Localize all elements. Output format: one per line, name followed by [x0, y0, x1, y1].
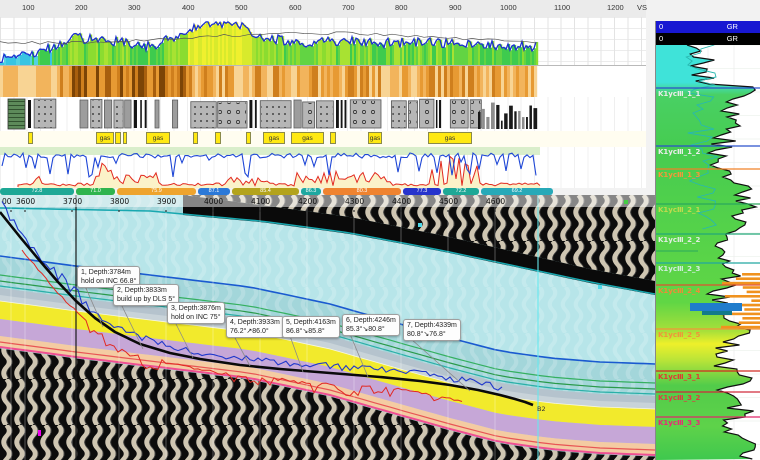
annotation-depth: 7, Depth:4339m [407, 321, 457, 330]
svg-text:4200: 4200 [298, 197, 317, 206]
svg-text:4100: 4100 [251, 197, 270, 206]
ruler-tick: 500 [235, 3, 248, 12]
formation-marker-label[interactable]: K1ycⅢ_3_1 [658, 373, 700, 381]
svg-text:4300: 4300 [345, 197, 364, 206]
trajectory-annotation[interactable]: 3, Depth:3876mhold on INC 75° [167, 302, 225, 324]
annotation-depth: 4, Depth:3933m [230, 318, 280, 327]
annotation-depth: 1, Depth:3784m [81, 268, 136, 277]
annotation-detail: 76.2°↗86.0° [230, 327, 280, 336]
ruler-tick: 1100 [554, 3, 570, 12]
formation-marker-label[interactable]: K1ycⅢ_1_3 [658, 171, 700, 179]
panel-header-gr-2: 0 GR [656, 33, 760, 45]
gas-interval [330, 132, 336, 144]
annotation-detail: 86.8°↘85.8° [286, 327, 336, 336]
gas-interval [123, 132, 127, 144]
formation-marker-label[interactable]: K1ycⅢ_2_1 [658, 206, 700, 214]
gas-interval [28, 132, 33, 144]
gas-interval [246, 132, 251, 144]
ruler-tick: 800 [395, 3, 408, 12]
lithology-columns [0, 97, 646, 131]
gas-interval: gas [368, 132, 382, 144]
trajectory-annotation[interactable]: 6, Depth:4246m85.3°↘80.8° [342, 314, 400, 336]
inclination-segment: 75.9 [117, 188, 196, 195]
formation-marker-label[interactable]: K1ycⅢ_2_3 [658, 265, 700, 273]
ruler-tick: 1200 [607, 3, 624, 12]
inclination-segment: 87.1 [198, 188, 230, 195]
gas-interval: gas [263, 132, 285, 144]
curve-name: GR [727, 21, 738, 33]
formation-marker-label[interactable]: K1ycⅢ_2_5 [658, 331, 700, 339]
inclination-segment: 71.0 [76, 188, 115, 195]
inclination-segment: 86.3 [301, 188, 321, 195]
inclination-segment: 72.2 [443, 188, 479, 195]
inclination-segment: 85.4 [232, 188, 299, 195]
inclination-segment: 69.2 [481, 188, 553, 195]
trajectory-annotation[interactable]: 5, Depth:4163m86.8°↘85.8° [282, 316, 340, 338]
formation-marker-label[interactable]: K1ycⅢ_1_1 [658, 90, 700, 98]
panel-header-gr-1: 0 GR [656, 21, 760, 33]
svg-text:3800: 3800 [110, 197, 129, 206]
inclination-segment: 72.8 [0, 188, 74, 195]
annotation-depth: 3, Depth:3876m [171, 304, 221, 313]
ruler-tick: 200 [75, 3, 88, 12]
scale-min: 0 [659, 21, 663, 33]
gas-interval [215, 132, 221, 144]
svg-text:4600: 4600 [486, 197, 505, 206]
trajectory-annotation[interactable]: 4, Depth:3933m76.2°↗86.0° [226, 316, 284, 338]
curve-name: GR [727, 33, 738, 45]
scale-min: 0 [659, 33, 663, 45]
gas-interval [193, 132, 198, 144]
trajectory-annotation[interactable]: 7, Depth:4339m80.8°↘76.8° [403, 319, 461, 341]
gas-interval: gas [96, 132, 114, 144]
gas-curves [0, 147, 646, 188]
svg-text:3600: 3600 [16, 197, 35, 206]
ruler-tick: 100 [22, 3, 35, 12]
svg-text:3700: 3700 [63, 197, 82, 206]
ruler-tick: 700 [342, 3, 355, 12]
inclination-segment: 77.3 [403, 188, 441, 195]
svg-text:3900: 3900 [157, 197, 176, 206]
annotation-detail: hold on INC 75° [171, 313, 221, 322]
gas-interval [115, 132, 121, 144]
gr-heatmap-curve [0, 17, 646, 65]
gas-interval: gas [291, 132, 324, 144]
gas-interval: gas [146, 132, 170, 144]
formation-marker-label[interactable]: K1ycⅢ_2_2 [658, 236, 700, 244]
vs-unit-label: VS [637, 3, 647, 12]
borehole-image-log [0, 66, 646, 97]
annotation-depth: 6, Depth:4246m [346, 316, 396, 325]
formation-marker-label[interactable]: K1ycⅢ_2_4 [658, 287, 700, 295]
ruler-tick: 300 [128, 3, 141, 12]
formation-marker-label[interactable]: K1ycⅢ_1_2 [658, 148, 700, 156]
ruler-tick: 600 [289, 3, 302, 12]
formation-marker-label[interactable]: K1ycⅢ_3_3 [658, 419, 700, 427]
gas-interval: gas [428, 132, 472, 144]
ruler-tick: 400 [182, 3, 195, 12]
vs-ruler: VS 100 200 300 400 500 600 700 800 900 1000 1100 12… [0, 0, 646, 18]
ruler-tick: 900 [449, 3, 462, 12]
type-log-panel: K1ycⅢ_1_1 K1ycⅢ_1_2 K1ycⅢ_1_3 K1ycⅢ_2_1 K1yc… [656, 45, 760, 460]
annotation-detail: 85.3°↘80.8° [346, 325, 396, 334]
geosteering-app: VS 100 200 300 400 500 600 700 800 900 1000 1100 12… [0, 0, 760, 460]
annotation-depth: 2, Depth:3833m [117, 286, 175, 295]
ruler-tick: 1000 [500, 3, 517, 12]
inclination-segment: 80.3 [323, 188, 401, 195]
formation-marker-label[interactable]: K1ycⅢ_3_2 [658, 394, 700, 402]
svg-text:4000: 4000 [204, 197, 223, 206]
svg-text:4500: 4500 [439, 197, 458, 206]
annotation-detail: 80.8°↘76.8° [407, 330, 457, 339]
annotation-depth: 5, Depth:4163m [286, 318, 336, 327]
trajectory-end-label: B2 [537, 405, 546, 413]
svg-text:4400: 4400 [392, 197, 411, 206]
